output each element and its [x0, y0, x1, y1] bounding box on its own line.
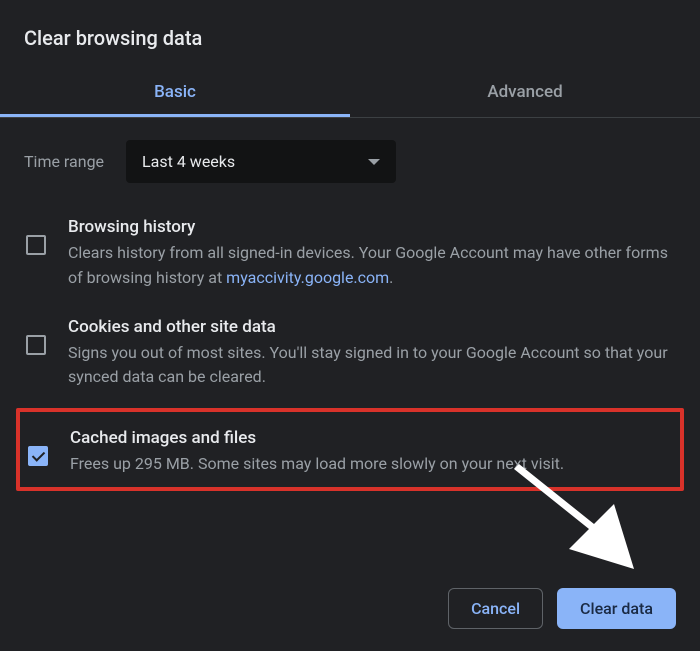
- checkbox-browsing-history[interactable]: [26, 235, 46, 255]
- dialog-title: Clear browsing data: [0, 20, 700, 72]
- annotation-highlight: Cached images and files Frees up 295 MB.…: [16, 408, 684, 491]
- time-range-value: Last 4 weeks: [142, 152, 235, 171]
- time-range-row: Time range Last 4 weeks: [24, 140, 676, 183]
- clear-browsing-data-dialog: Clear browsing data Basic Advanced Time …: [0, 0, 700, 651]
- dialog-body: Time range Last 4 weeks Browsing history…: [0, 118, 700, 491]
- checkbox-cache[interactable]: [28, 446, 48, 466]
- tab-basic[interactable]: Basic: [0, 72, 350, 117]
- option-text: Cookies and other site data Signs you ou…: [68, 317, 672, 391]
- option-title: Cached images and files: [70, 428, 670, 448]
- option-title: Cookies and other site data: [68, 317, 672, 337]
- option-cache: Cached images and files Frees up 295 MB.…: [26, 420, 674, 481]
- option-text: Cached images and files Frees up 295 MB.…: [70, 428, 670, 477]
- option-browsing-history: Browsing history Clears history from all…: [24, 209, 676, 309]
- clear-data-button[interactable]: Clear data: [557, 588, 676, 629]
- option-cookies: Cookies and other site data Signs you ou…: [24, 309, 676, 409]
- dialog-footer: Cancel Clear data: [448, 588, 676, 629]
- time-range-select[interactable]: Last 4 weeks: [126, 140, 396, 183]
- chevron-down-icon: [368, 159, 380, 165]
- option-description: Signs you out of most sites. You'll stay…: [68, 341, 672, 391]
- option-title: Browsing history: [68, 217, 672, 237]
- tab-advanced[interactable]: Advanced: [350, 72, 700, 117]
- cancel-button[interactable]: Cancel: [448, 588, 543, 629]
- myactivity-link[interactable]: myaccivity.google.com: [226, 268, 389, 287]
- option-text: Browsing history Clears history from all…: [68, 217, 672, 291]
- tabs: Basic Advanced: [0, 72, 700, 118]
- option-description: Frees up 295 MB. Some sites may load mor…: [70, 452, 670, 477]
- checkbox-cookies[interactable]: [26, 335, 46, 355]
- time-range-label: Time range: [24, 152, 104, 171]
- option-description: Clears history from all signed-in device…: [68, 241, 672, 291]
